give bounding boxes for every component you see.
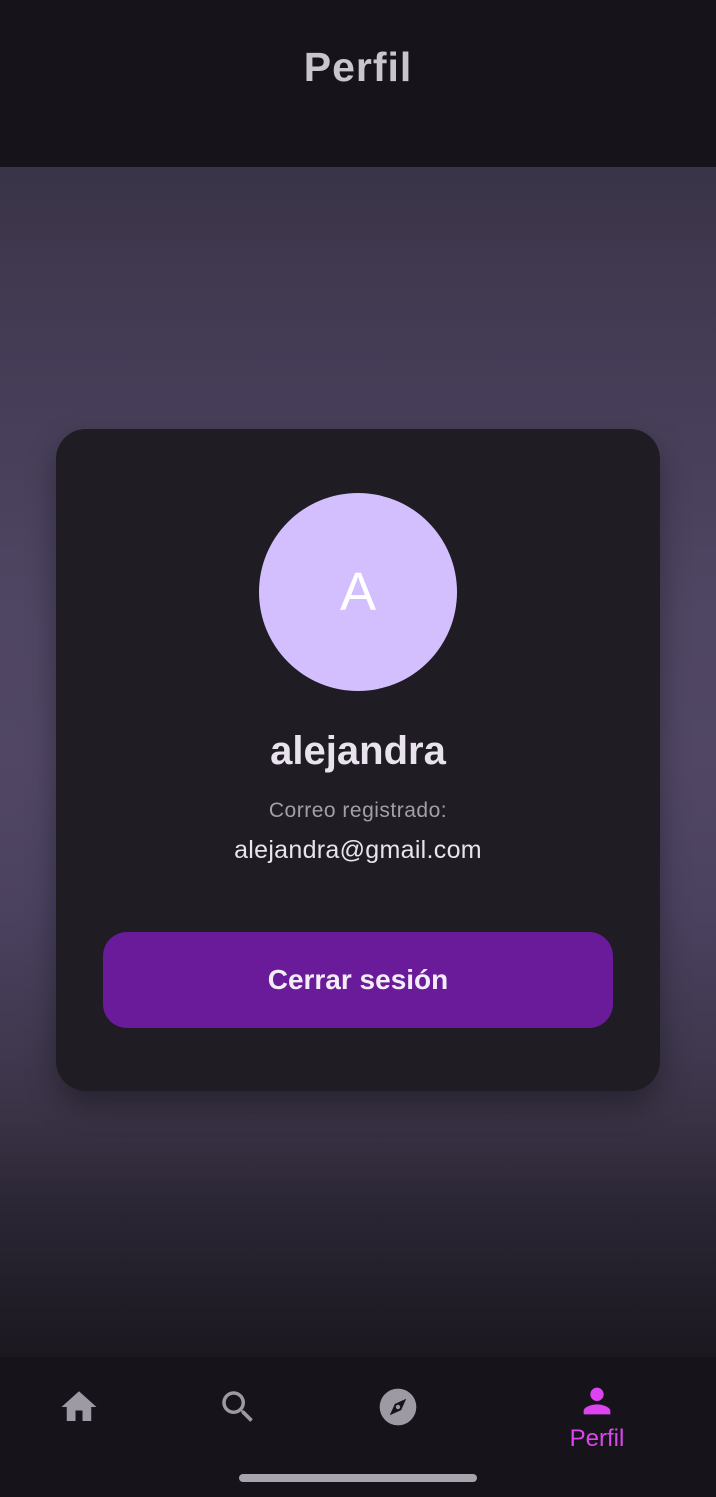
- home-indicator: [239, 1474, 477, 1482]
- username: alejandra: [270, 729, 446, 773]
- compass-icon: [376, 1385, 420, 1429]
- home-icon: [58, 1386, 100, 1428]
- logout-button[interactable]: Cerrar sesión: [103, 932, 613, 1028]
- nav-item-home[interactable]: [19, 1357, 139, 1457]
- email-value: alejandra@gmail.com: [234, 836, 482, 864]
- nav-label-profile: Perfil: [569, 1425, 625, 1452]
- profile-card: A alejandra Correo registrado: alejandra…: [56, 429, 660, 1091]
- avatar: A: [259, 493, 457, 691]
- email-label: Correo registrado:: [268, 799, 448, 822]
- nav-item-profile[interactable]: Perfil: [537, 1367, 657, 1467]
- search-icon: [217, 1386, 259, 1428]
- page-title: Perfil: [303, 44, 413, 90]
- person-icon: [577, 1381, 617, 1421]
- avatar-initial: A: [339, 562, 377, 622]
- app-bar: Perfil: [0, 0, 716, 167]
- nav-item-search[interactable]: [178, 1357, 298, 1457]
- nav-item-explore[interactable]: [338, 1357, 458, 1457]
